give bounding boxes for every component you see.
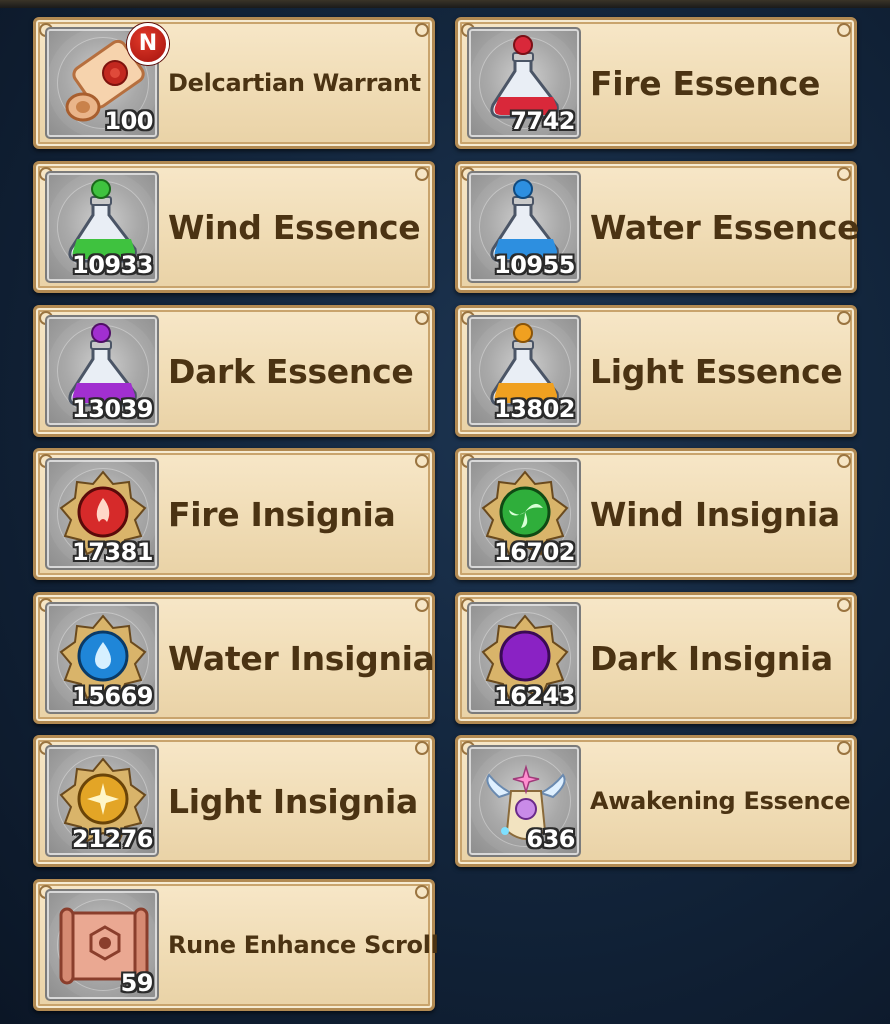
item-name: Delcartian Warrant (168, 69, 421, 97)
item-icon-frame: 16243 (467, 602, 581, 714)
item-card-light-insignia[interactable]: 21276 Light Insignia (33, 735, 435, 867)
item-icon-frame: 21276 (45, 745, 159, 857)
item-icon-frame: 10933 (45, 171, 159, 283)
new-badge: N (127, 23, 169, 65)
item-card-dark-insignia[interactable]: 16243 Dark Insignia (455, 592, 857, 724)
item-name: Awakening Essence (590, 787, 851, 815)
item-quantity: 59 (120, 969, 154, 997)
item-quantity: 10955 (494, 251, 576, 279)
item-quantity: 16243 (494, 682, 576, 710)
item-quantity: 7742 (510, 107, 575, 135)
item-card-light-essence[interactable]: 13802 Light Essence (455, 305, 857, 437)
item-quantity: 13039 (72, 395, 154, 423)
item-card-fire-insignia[interactable]: 17381 Fire Insignia (33, 448, 435, 580)
item-name: Light Essence (590, 351, 843, 391)
item-card-water-essence[interactable]: 10955 Water Essence (455, 161, 860, 293)
item-icon-frame: 13802 (467, 315, 581, 427)
item-quantity: 100 (104, 107, 153, 135)
item-icon-frame: 636 (467, 745, 581, 857)
item-icon-frame: 16702 (467, 458, 581, 570)
item-name: Rune Enhance Scroll (168, 931, 439, 959)
inventory-grid: 100 N Delcartian Warrant 7742 Fire Essen… (0, 0, 890, 1024)
item-icon-frame: 17381 (45, 458, 159, 570)
item-quantity: 21276 (72, 825, 154, 853)
item-card-delcartian-warrant[interactable]: 100 N Delcartian Warrant (33, 17, 435, 149)
item-quantity: 636 (526, 825, 575, 853)
item-icon-frame: 15669 (45, 602, 159, 714)
item-name: Dark Insignia (590, 638, 833, 678)
item-name: Wind Insignia (590, 494, 840, 534)
item-name: Water Insignia (168, 638, 435, 678)
item-card-awakening-essence[interactable]: 636 Awakening Essence (455, 735, 857, 867)
item-name: Dark Essence (168, 351, 414, 391)
item-quantity: 15669 (72, 682, 154, 710)
item-card-wind-insignia[interactable]: 16702 Wind Insignia (455, 448, 857, 580)
item-quantity: 16702 (494, 538, 576, 566)
item-name: Fire Insignia (168, 494, 396, 534)
item-card-water-insignia[interactable]: 15669 Water Insignia (33, 592, 435, 724)
item-icon-frame: 7742 (467, 27, 581, 139)
item-name: Fire Essence (590, 63, 821, 103)
item-icon-frame: 59 (45, 889, 159, 1001)
item-quantity: 10933 (72, 251, 154, 279)
item-icon-frame: 13039 (45, 315, 159, 427)
item-icon-frame: 10955 (467, 171, 581, 283)
item-name: Light Insignia (168, 781, 418, 821)
item-quantity: 17381 (72, 538, 154, 566)
item-card-dark-essence[interactable]: 13039 Dark Essence (33, 305, 435, 437)
item-card-fire-essence[interactable]: 7742 Fire Essence (455, 17, 857, 149)
item-quantity: 13802 (494, 395, 576, 423)
item-card-rune-enhance-scroll[interactable]: 59 Rune Enhance Scroll (33, 879, 439, 1011)
item-name: Water Essence (590, 207, 860, 247)
item-name: Wind Essence (168, 207, 421, 247)
item-card-wind-essence[interactable]: 10933 Wind Essence (33, 161, 435, 293)
